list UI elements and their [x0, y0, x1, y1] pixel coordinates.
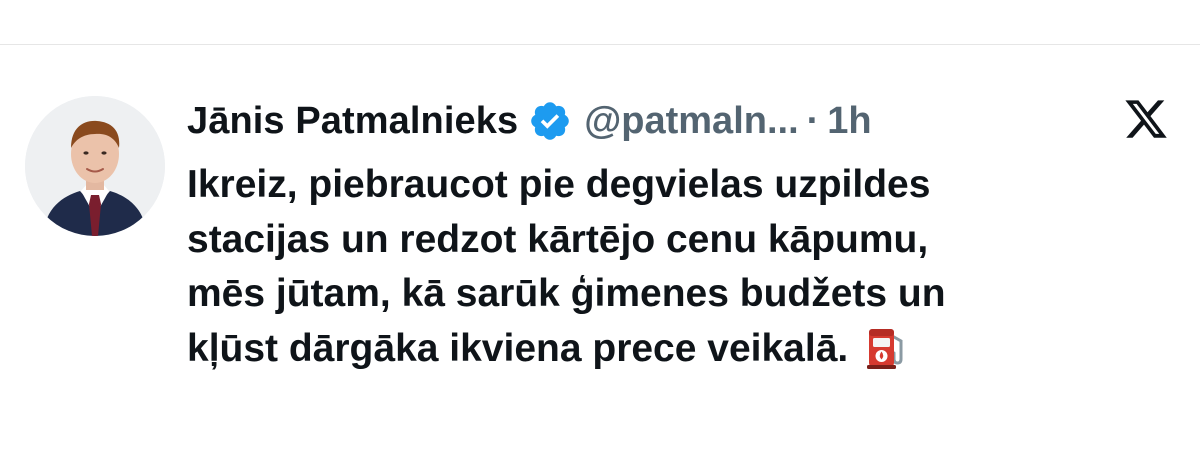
tweet-header: Jānis Patmalnieks @patmaln... · 1h	[187, 92, 872, 150]
verified-badge-icon	[528, 99, 572, 143]
fuel-pump-icon	[862, 325, 908, 371]
tweet-timestamp[interactable]: 1h	[827, 92, 871, 150]
tweet-text-line-2: stacijas un redzot kārtējo cenu kāpumu,	[187, 217, 929, 261]
x-logo-icon[interactable]	[1122, 96, 1170, 142]
avatar[interactable]	[25, 96, 165, 236]
tweet-text-line-4-text: kļūst dārgāka ikviena prece veikalā.	[187, 326, 849, 370]
tweet-text: Ikreiz, piebraucot pie degvielas uzpilde…	[187, 158, 1167, 376]
author-name[interactable]: Jānis Patmalnieks	[187, 92, 518, 150]
author-handle[interactable]: @patmaln...	[584, 92, 798, 150]
tweet-text-line-4: kļūst dārgāka ikviena prece veikalā.	[187, 322, 1167, 377]
top-divider	[0, 44, 1200, 45]
tweet-text-line-1: Ikreiz, piebraucot pie degvielas uzpilde…	[187, 163, 931, 206]
tweet-text-line-3: mēs jūtam, kā sarūk ģimenes budžets un	[187, 272, 946, 315]
header-separator: ·	[806, 100, 820, 142]
